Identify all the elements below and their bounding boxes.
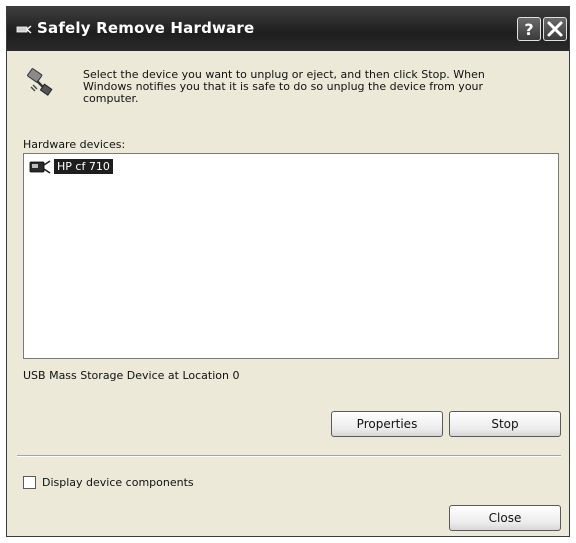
title-bar[interactable]: Safely Remove Hardware ? <box>7 7 569 51</box>
divider <box>17 455 561 457</box>
close-button[interactable]: Close <box>449 505 561 531</box>
safely-remove-icon <box>16 25 32 34</box>
stop-button[interactable]: Stop <box>449 411 561 437</box>
device-name: HP cf 710 <box>54 159 113 174</box>
close-icon <box>547 21 563 37</box>
question-mark-icon: ? <box>524 20 533 39</box>
hardware-devices-label: Hardware devices: <box>23 138 126 151</box>
svg-text:?: ? <box>524 20 533 39</box>
device-location-text: USB Mass Storage Device at Location 0 <box>23 369 240 382</box>
hardware-devices-list[interactable]: HP cf 710 <box>23 153 559 359</box>
help-button[interactable]: ? <box>517 17 541 41</box>
hardware-plug-icon <box>27 68 53 96</box>
usb-device-icon <box>29 160 51 174</box>
title-close-button[interactable] <box>543 17 567 41</box>
properties-button[interactable]: Properties <box>331 411 443 437</box>
display-components-checkbox[interactable] <box>23 476 36 489</box>
window-title: Safely Remove Hardware <box>37 19 255 37</box>
safely-remove-hardware-window: Safely Remove Hardware ? Select the devi… <box>6 6 570 537</box>
display-components-label[interactable]: Display device components <box>42 476 194 489</box>
instruction-text: Select the device you want to unplug or … <box>83 68 485 105</box>
